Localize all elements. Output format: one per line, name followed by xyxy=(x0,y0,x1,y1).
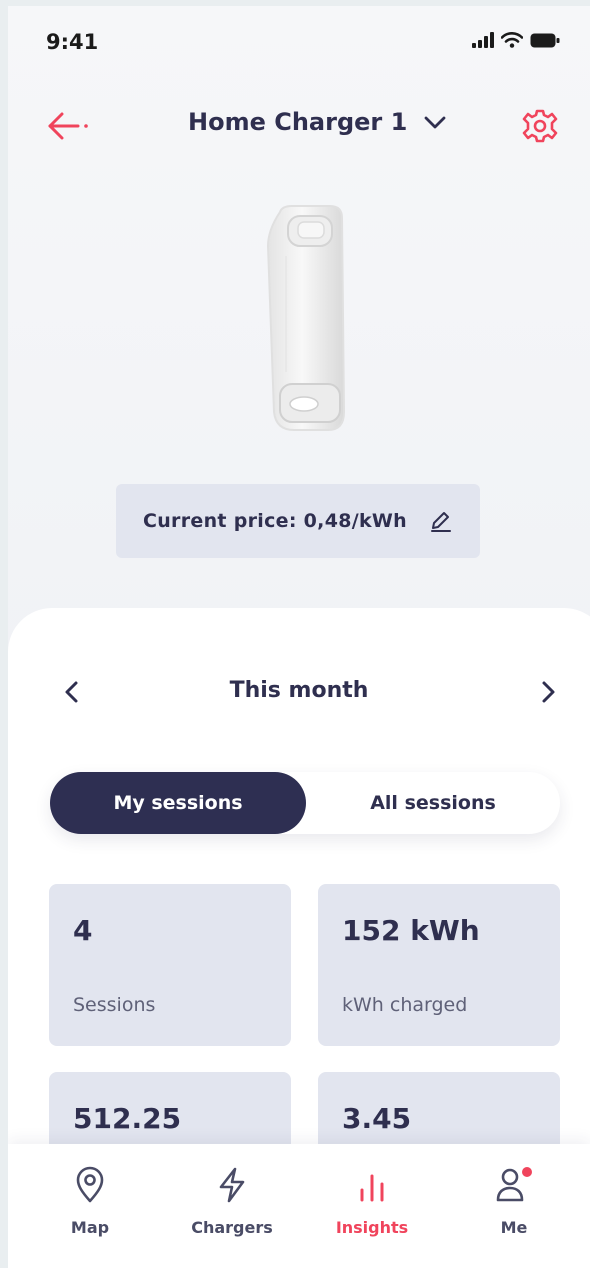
period-selector: This month xyxy=(8,670,590,714)
status-icons xyxy=(472,32,560,48)
arrow-left-icon xyxy=(48,112,88,140)
next-period-button[interactable] xyxy=(528,672,568,712)
wifi-icon xyxy=(501,32,523,48)
battery-icon xyxy=(530,33,560,47)
nav-item-chargers[interactable]: Chargers xyxy=(172,1166,292,1237)
my-sessions-tab[interactable]: My sessions xyxy=(50,772,306,834)
nav-item-insights[interactable]: Insights xyxy=(312,1166,432,1237)
sessions-segmented-control: My sessions All sessions xyxy=(50,772,560,834)
nav-icon-wrap xyxy=(312,1166,432,1206)
current-price-label: Current price: 0,48/kWh xyxy=(142,510,407,532)
charger-image xyxy=(266,205,346,431)
user-icon xyxy=(496,1167,532,1202)
nav-label: Insights xyxy=(335,1218,409,1237)
all-sessions-tab[interactable]: All sessions xyxy=(306,772,560,834)
stat-value: 512.25 xyxy=(73,1102,182,1135)
chevron-right-icon xyxy=(542,681,555,703)
phone-screen: 9:41 Home Charger 1 Current price: 0,48/… xyxy=(8,6,590,1268)
stat-value: 4 xyxy=(73,914,93,947)
stat-card-kwh[interactable]: 152 kWh kWh charged xyxy=(318,884,560,1046)
bottom-navigation: Map Chargers Insights Me xyxy=(8,1144,590,1268)
stat-label: kWh charged xyxy=(342,994,468,1016)
stat-value: 152 kWh xyxy=(342,914,480,947)
period-label: This month xyxy=(229,678,369,703)
nav-label: Map xyxy=(70,1218,110,1237)
map-pin-icon xyxy=(76,1166,104,1203)
settings-button[interactable] xyxy=(518,104,562,148)
nav-label: Chargers xyxy=(191,1218,273,1237)
bar-chart-icon xyxy=(360,1174,384,1202)
notification-badge xyxy=(522,1167,532,1177)
stat-label: Sessions xyxy=(73,994,156,1016)
status-bar: 9:41 xyxy=(8,6,590,76)
back-button[interactable] xyxy=(44,104,96,148)
charger-selector[interactable]: Home Charger 1 xyxy=(188,108,447,136)
chevron-down-icon xyxy=(424,116,446,129)
nav-icon-wrap xyxy=(454,1166,574,1206)
nav-icon-wrap xyxy=(30,1166,150,1206)
nav-item-me[interactable]: Me xyxy=(454,1166,574,1237)
gear-icon xyxy=(522,109,558,143)
header: Home Charger 1 xyxy=(8,94,590,158)
status-time: 9:41 xyxy=(46,30,99,54)
signal-icon xyxy=(472,32,494,48)
stat-card-sessions[interactable]: 4 Sessions xyxy=(49,884,291,1046)
nav-item-map[interactable]: Map xyxy=(30,1166,150,1237)
stat-value: 3.45 xyxy=(342,1102,412,1135)
lightning-icon xyxy=(219,1167,245,1203)
page-title: Home Charger 1 xyxy=(188,108,408,136)
current-price-box[interactable]: Current price: 0,48/kWh xyxy=(116,484,480,558)
pencil-icon xyxy=(431,512,451,532)
nav-label: Me xyxy=(500,1218,528,1237)
nav-icon-wrap xyxy=(172,1166,292,1206)
